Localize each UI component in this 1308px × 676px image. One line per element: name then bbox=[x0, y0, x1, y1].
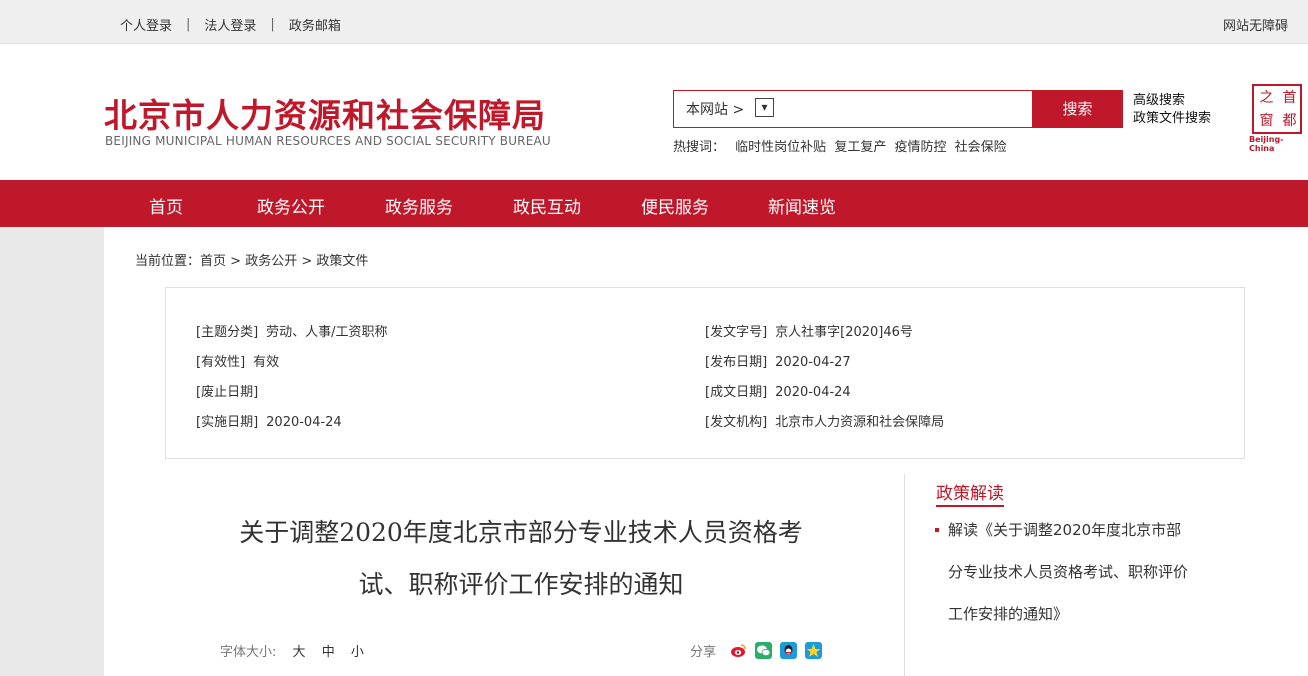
stamp-glyph: 都 bbox=[1282, 113, 1297, 129]
interpretation-link-line: 解读《关于调整2020年度北京市部 bbox=[948, 521, 1182, 539]
hot-keyword[interactable]: 社会保险 bbox=[955, 140, 1007, 155]
meta-row: [实施日期] 2020-04-24 bbox=[196, 411, 342, 430]
share-label: 分享 bbox=[690, 645, 717, 660]
hot-keywords: 热搜词： 临时性岗位补贴 复工复产 疫情防控 社会保险 bbox=[673, 136, 1011, 155]
breadcrumb-sep: > bbox=[297, 254, 317, 269]
article-title: 关于调整2020年度北京市部分专业技术人员资格考 试、职称评价工作安排的通知 bbox=[204, 507, 838, 611]
login-links: 个人登录 | 法人登录 | 政务邮箱 bbox=[120, 15, 341, 34]
meta-key: [废止日期] bbox=[196, 385, 259, 400]
nav-item-news[interactable]: 新闻速览 bbox=[768, 193, 836, 218]
bullet-icon bbox=[935, 528, 939, 532]
interpretation-link-line: 分专业技术人员资格考试、职称评价 bbox=[948, 563, 1189, 581]
meta-row: [发文机构] 北京市人力资源和社会保障局 bbox=[705, 411, 944, 430]
stamp-glyph: 窗 bbox=[1259, 113, 1274, 129]
wechat-icon[interactable] bbox=[755, 642, 773, 659]
font-size-medium-button[interactable]: 中 bbox=[322, 645, 335, 660]
nav-item-interaction[interactable]: 政民互动 bbox=[513, 193, 581, 218]
column-divider bbox=[904, 474, 905, 676]
document-metadata: [主题分类] 劳动、人事/工资职称 [有效性] 有效 [废止日期] [实施日期] 20… bbox=[165, 287, 1245, 459]
meta-row: [主题分类] 劳动、人事/工资职称 bbox=[196, 321, 388, 340]
separator: | bbox=[186, 17, 191, 32]
interpretation-link-line: 工作安排的通知》 bbox=[948, 605, 1069, 623]
meta-row: [有效性] 有效 bbox=[196, 351, 279, 370]
hot-keyword[interactable]: 疫情防控 bbox=[894, 140, 946, 155]
qq-icon[interactable] bbox=[780, 642, 798, 659]
top-utility-bar: 个人登录 | 法人登录 | 政务邮箱 网站无障碍 bbox=[0, 0, 1308, 44]
site-header: 北京市人力资源和社会保障局 BEIJING MUNICIPAL HUMAN RE… bbox=[0, 44, 1308, 180]
search-scope-label: 本网站 > bbox=[686, 102, 745, 118]
breadcrumb: 当前位置：首页 > 政务公开 > 政策文件 bbox=[135, 250, 368, 269]
site-logo-subtitle: BEIJING MUNICIPAL HUMAN RESOURCES AND SO… bbox=[105, 134, 551, 148]
personal-login-link[interactable]: 个人登录 bbox=[120, 15, 172, 34]
accessibility-link[interactable]: 网站无障碍 bbox=[1223, 15, 1288, 34]
breadcrumb-policy-docs[interactable]: 政策文件 bbox=[316, 254, 368, 269]
meta-value: 2020-04-27 bbox=[775, 355, 851, 370]
hot-keywords-label: 热搜词： bbox=[673, 140, 726, 155]
search-button[interactable]: 搜索 bbox=[1032, 90, 1123, 128]
article-title-line: 试、职称评价工作安排的通知 bbox=[358, 570, 684, 599]
font-size-label: 字体大小: bbox=[220, 645, 277, 660]
site-logo-title[interactable]: 北京市人力资源和社会保障局 bbox=[104, 89, 546, 137]
corporate-login-link[interactable]: 法人登录 bbox=[204, 15, 256, 34]
meta-row: [发文字号] 京人社事字[2020]46号 bbox=[705, 321, 913, 340]
meta-row: [发布日期] 2020-04-27 bbox=[705, 351, 851, 370]
meta-row: [废止日期] bbox=[196, 381, 266, 400]
meta-key: [成文日期] bbox=[705, 385, 768, 400]
article-title-line: 关于调整2020年度北京市部分专业技术人员资格考 bbox=[239, 518, 803, 547]
meta-key: [有效性] bbox=[196, 355, 246, 370]
search-box: 本网站 > ▾ 搜索 bbox=[673, 90, 1123, 128]
breadcrumb-gov-open[interactable]: 政务公开 bbox=[245, 254, 297, 269]
meta-key: [实施日期] bbox=[196, 415, 259, 430]
font-size-control: 字体大小: 大 中 小 bbox=[220, 641, 364, 660]
meta-key: [主题分类] bbox=[196, 325, 259, 340]
font-size-small-button[interactable]: 小 bbox=[351, 645, 364, 660]
meta-value: 有效 bbox=[253, 355, 280, 370]
nav-item-gov-affairs-open[interactable]: 政务公开 bbox=[257, 193, 325, 218]
stamp-caption: Beijing-China bbox=[1249, 135, 1284, 153]
stamp-glyph: 首 bbox=[1282, 90, 1297, 106]
search-scope-dropdown[interactable]: ▾ bbox=[755, 98, 774, 117]
policy-interpretation-heading: 政策解读 bbox=[936, 479, 1004, 507]
capital-window-logo[interactable]: 之 首 窗 都 bbox=[1252, 84, 1302, 134]
advanced-search-link[interactable]: 高级搜索 bbox=[1133, 92, 1211, 110]
gov-mailbox-link[interactable]: 政务邮箱 bbox=[289, 15, 341, 34]
meta-value: 2020-04-24 bbox=[266, 415, 342, 430]
meta-key: [发文机构] bbox=[705, 415, 768, 430]
hot-keyword[interactable]: 复工复产 bbox=[834, 140, 886, 155]
nav-item-gov-services[interactable]: 政务服务 bbox=[385, 193, 453, 218]
main-content: 当前位置：首页 > 政务公开 > 政策文件 [主题分类] 劳动、人事/工资职称 [… bbox=[104, 227, 1308, 676]
nav-item-home[interactable]: 首页 bbox=[149, 193, 183, 218]
advanced-search-links: 高级搜索 政策文件搜索 bbox=[1133, 92, 1211, 128]
font-size-large-button[interactable]: 大 bbox=[293, 645, 306, 660]
share-bar: 分享 bbox=[690, 641, 823, 660]
weibo-icon[interactable] bbox=[730, 642, 747, 659]
meta-key: [发布日期] bbox=[705, 355, 768, 370]
meta-value: 京人社事字[2020]46号 bbox=[775, 325, 913, 340]
policy-search-link[interactable]: 政策文件搜索 bbox=[1133, 110, 1211, 128]
nav-item-convenience[interactable]: 便民服务 bbox=[641, 193, 709, 218]
meta-value: 2020-04-24 bbox=[775, 385, 851, 400]
qzone-icon[interactable] bbox=[805, 642, 823, 659]
breadcrumb-label: 当前位置： bbox=[135, 254, 201, 269]
meta-value: 劳动、人事/工资职称 bbox=[266, 325, 388, 340]
hot-keyword[interactable]: 临时性岗位补贴 bbox=[735, 140, 826, 155]
separator: | bbox=[270, 17, 275, 32]
meta-key: [发文字号] bbox=[705, 325, 768, 340]
meta-row: [成文日期] 2020-04-24 bbox=[705, 381, 851, 400]
stamp-glyph: 之 bbox=[1259, 90, 1274, 106]
main-nav: 首页 政务公开 政务服务 政民互动 便民服务 新闻速览 bbox=[0, 180, 1308, 227]
interpretation-link[interactable]: 解读《关于调整2020年度北京市部 分专业技术人员资格考试、职称评价 工作安排的… bbox=[934, 509, 1224, 635]
breadcrumb-home[interactable]: 首页 bbox=[200, 254, 226, 269]
meta-value: 北京市人力资源和社会保障局 bbox=[775, 415, 945, 430]
breadcrumb-sep: > bbox=[226, 254, 246, 269]
